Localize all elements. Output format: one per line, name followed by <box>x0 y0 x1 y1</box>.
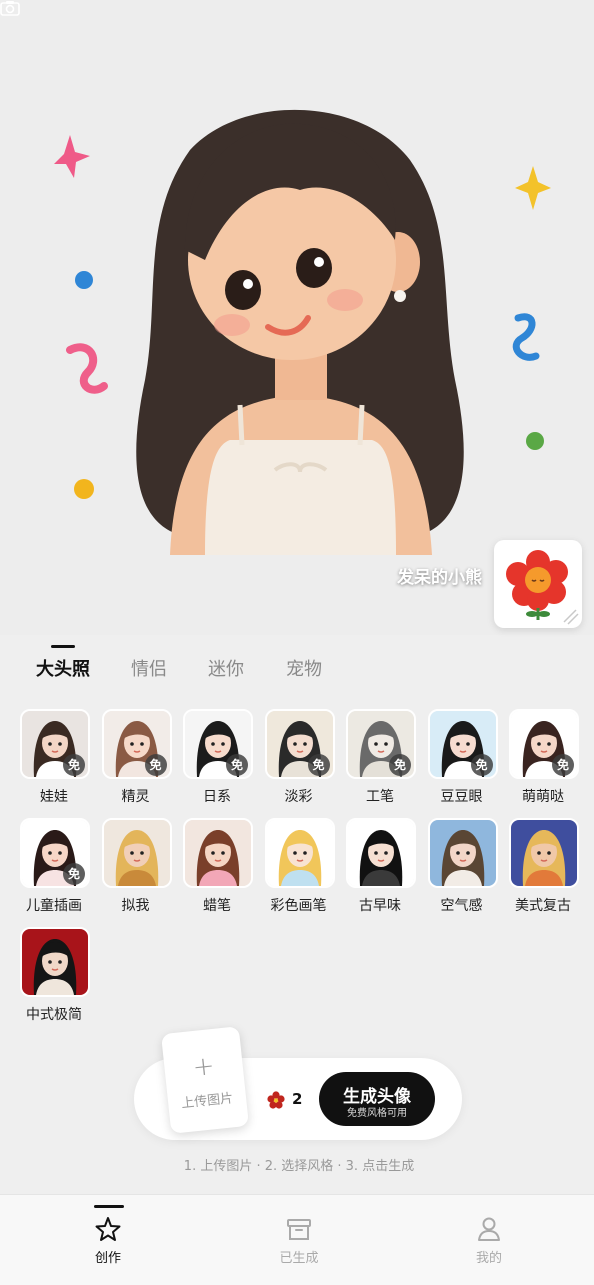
bottom-nav: 创作 已生成 我的 <box>0 1194 594 1285</box>
style-label: 彩色画笔 <box>270 898 327 914</box>
style-option[interactable]: 中式极简 <box>19 927 91 1027</box>
style-option[interactable]: 古早味 <box>345 818 417 918</box>
star-icon <box>95 1217 121 1241</box>
steps-hint: 1. 上传图片 · 2. 选择风格 · 3. 点击生成 <box>183 1159 415 1174</box>
style-thumbnail <box>183 818 253 888</box>
free-badge: 免 <box>552 754 574 776</box>
style-option[interactable]: 蜡笔 <box>182 818 254 918</box>
style-option[interactable]: 彩色画笔 <box>264 818 336 918</box>
pink-squiggle <box>66 343 108 394</box>
style-label: 精灵 <box>121 789 150 805</box>
style-option[interactable]: 免精灵 <box>101 709 173 809</box>
tab-pet[interactable]: 宠物 <box>286 655 322 681</box>
style-label: 儿童插画 <box>26 898 82 914</box>
nav-mine-label: 我的 <box>475 1251 502 1266</box>
free-badge: 免 <box>307 754 330 776</box>
yellow-sparkle-icon <box>515 166 551 210</box>
style-label: 空气感 <box>440 898 483 914</box>
coin-count: 2 <box>292 1090 303 1108</box>
style-thumbnail <box>101 818 172 888</box>
style-option[interactable]: 免儿童插画 <box>19 818 91 918</box>
free-badge: 免 <box>63 863 85 885</box>
upload-image-button[interactable]: + 上传图片 <box>160 1026 250 1134</box>
nav-generated-label: 已生成 <box>279 1251 319 1266</box>
style-option[interactable]: 免豆豆眼 <box>427 709 499 809</box>
nav-mine[interactable]: 我的 <box>429 1195 549 1285</box>
free-badge: 免 <box>389 754 411 776</box>
style-option[interactable]: 空气感 <box>427 818 499 918</box>
person-icon <box>478 1217 500 1241</box>
style-label: 拟我 <box>121 898 150 914</box>
generate-subtitle: 免费风格可用 <box>347 1108 407 1119</box>
style-label: 中式极简 <box>26 1007 82 1023</box>
pink-sparkle-icon <box>54 135 90 178</box>
blue-squiggle <box>512 313 540 361</box>
tab-couple[interactable]: 情侣 <box>131 655 167 681</box>
upload-label: 上传图片 <box>180 1091 234 1112</box>
style-label: 日系 <box>203 789 231 805</box>
style-label: 娃娃 <box>40 789 68 805</box>
hero-nickname: 发呆的小熊 <box>397 568 482 588</box>
style-label: 豆豆眼 <box>440 789 483 805</box>
blue-dot <box>75 271 93 289</box>
free-badge: 免 <box>226 754 248 776</box>
tab-big-head[interactable]: 大头照 <box>36 655 90 681</box>
active-tab-indicator <box>51 645 75 648</box>
camera-icon <box>0 1 20 16</box>
style-label: 萌萌哒 <box>522 789 564 805</box>
style-thumbnail <box>264 818 335 888</box>
tab-mini[interactable]: 迷你 <box>208 655 244 681</box>
style-option[interactable]: 美式复古 <box>508 818 580 918</box>
hero-preview: 发呆的小熊 <box>0 0 594 635</box>
plus-icon: + <box>191 1051 217 1084</box>
archive-box-icon <box>287 1219 311 1240</box>
nav-create[interactable]: 创作 <box>48 1195 168 1285</box>
style-option[interactable]: 免日系 <box>182 709 254 809</box>
style-label: 蜡笔 <box>203 898 231 914</box>
style-option[interactable]: 拟我 <box>101 818 173 918</box>
nav-active-indicator <box>94 1205 124 1208</box>
style-label: 工笔 <box>366 789 394 805</box>
style-option[interactable]: 免淡彩 <box>264 709 336 809</box>
free-badge: 免 <box>144 754 167 776</box>
free-badge: 免 <box>470 754 493 776</box>
category-tabs: 大头照 情侣 迷你 宠物 <box>0 645 594 691</box>
style-option[interactable]: 免娃娃 <box>19 709 91 809</box>
style-option[interactable]: 免工笔 <box>345 709 417 809</box>
green-dot <box>526 432 544 450</box>
style-label: 美式复古 <box>515 898 571 914</box>
style-thumbnail <box>427 818 498 888</box>
style-thumbnail <box>509 818 579 888</box>
style-thumbnail <box>346 818 416 888</box>
flower-coin-icon <box>267 1091 285 1109</box>
selected-style-thumbnail[interactable] <box>494 540 582 628</box>
style-option[interactable]: 免萌萌哒 <box>508 709 580 809</box>
nav-generated[interactable]: 已生成 <box>239 1195 359 1285</box>
nav-create-label: 创作 <box>94 1251 121 1266</box>
flower-sticker-icon <box>506 550 579 625</box>
free-badge: 免 <box>63 754 85 776</box>
yellow-dot <box>74 479 94 499</box>
style-label: 淡彩 <box>284 789 313 805</box>
style-label: 古早味 <box>359 898 401 914</box>
generate-avatar-button[interactable]: 生成头像 免费风格可用 <box>319 1072 435 1126</box>
style-thumbnail <box>20 927 90 997</box>
